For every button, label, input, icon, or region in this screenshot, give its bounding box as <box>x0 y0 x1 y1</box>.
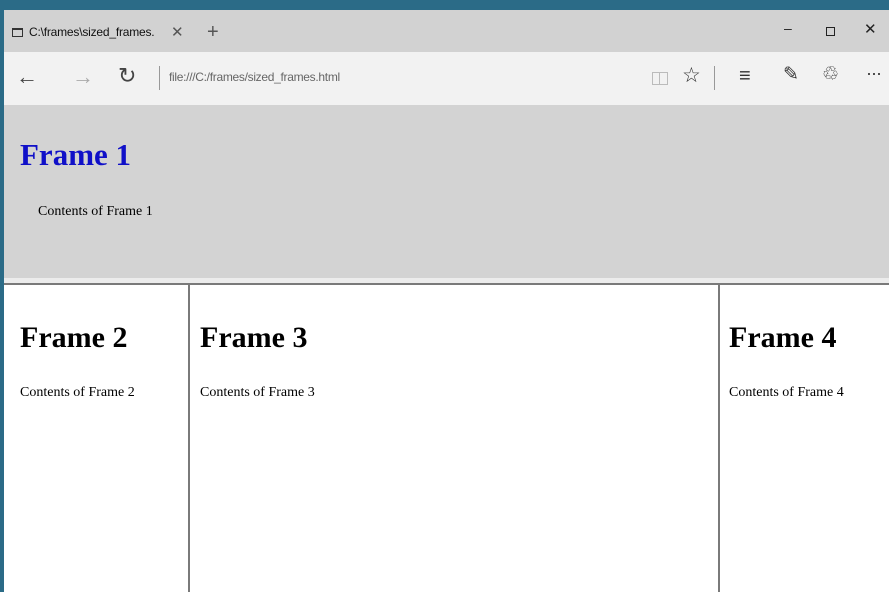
web-note-icon[interactable]: ✎ <box>783 65 799 84</box>
frame-4: Frame 4 Contents of Frame 4 <box>718 283 889 592</box>
frame-2-text: Contents of Frame 2 <box>20 385 135 400</box>
new-tab-button[interactable]: + <box>207 22 219 42</box>
share-icon[interactable]: ♲ <box>822 65 839 84</box>
forward-arrow-icon[interactable]: → <box>72 66 94 88</box>
frame-4-text: Contents of Frame 4 <box>729 385 844 400</box>
frame-4-title: Frame 4 <box>729 321 837 354</box>
address-bar-row: ← → ↻ ☆ ≡ ✎ ♲ ··· <box>4 52 889 105</box>
frame-2: Frame 2 Contents of Frame 2 <box>4 283 188 592</box>
favorite-star-icon[interactable]: ☆ <box>682 65 701 86</box>
frame-row: Frame 2 Contents of Frame 2 Frame 3 Cont… <box>4 283 889 592</box>
frame-2-title: Frame 2 <box>20 321 128 354</box>
frame-1-text: Contents of Frame 1 <box>38 204 153 219</box>
tab-close-icon[interactable]: ✕ <box>171 25 184 40</box>
frame-3: Frame 3 Contents of Frame 3 <box>188 283 718 592</box>
maximize-button[interactable] <box>826 27 835 36</box>
frame-1: Frame 1 Contents of Frame 1 <box>4 105 889 278</box>
back-arrow-icon[interactable]: ← <box>16 66 38 88</box>
refresh-icon[interactable]: ↻ <box>118 65 136 87</box>
address-input[interactable] <box>169 70 569 84</box>
tab-sized-frames[interactable]: C:\frames\sized_frames. ✕ <box>12 21 196 43</box>
reading-view-icon[interactable] <box>652 72 668 85</box>
address-divider <box>159 66 160 90</box>
more-icon[interactable]: ··· <box>866 64 882 82</box>
page-icon <box>12 27 23 37</box>
tab-title: C:\frames\sized_frames. <box>29 25 155 39</box>
frame-3-title: Frame 3 <box>200 321 308 354</box>
close-window-button[interactable]: ✕ <box>864 22 877 37</box>
toolbar-divider <box>714 66 715 90</box>
frame-1-title: Frame 1 <box>20 137 132 172</box>
browser-window: C:\frames\sized_frames. ✕ + – ✕ ← → ↻ ☆ … <box>4 10 889 592</box>
tab-strip: C:\frames\sized_frames. ✕ + – ✕ <box>4 10 889 52</box>
page-content: Frame 1 Contents of Frame 1 Frame 2 Cont… <box>4 105 889 592</box>
frame-3-text: Contents of Frame 3 <box>200 385 315 400</box>
minimize-button[interactable]: – <box>784 21 792 35</box>
hub-icon[interactable]: ≡ <box>739 66 751 86</box>
